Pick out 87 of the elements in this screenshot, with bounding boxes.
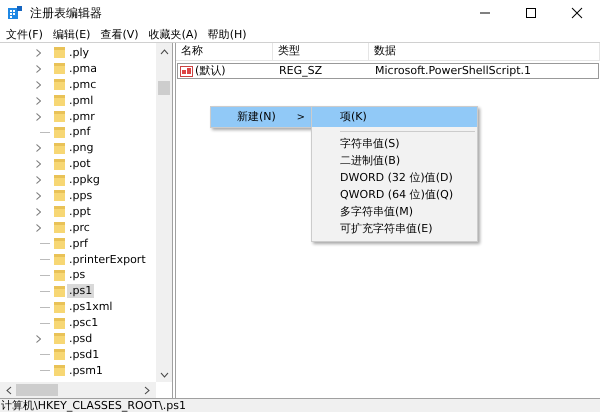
folder-icon [53, 284, 66, 298]
folder-icon [53, 316, 66, 330]
folder-icon [53, 237, 66, 250]
folder-icon [53, 253, 66, 266]
horizontal-scrollbar[interactable] [0, 382, 156, 398]
folder-icon [53, 189, 66, 202]
tree-item[interactable]: .png [67, 141, 96, 156]
menu-item[interactable]: 收藏夹(A) [144, 28, 202, 40]
expand-chevron-icon[interactable] [36, 112, 41, 120]
window-title: 注册表编辑器 [30, 5, 102, 22]
vertical-scrollbar[interactable] [156, 43, 172, 382]
folder-icon [53, 110, 66, 123]
menu-item[interactable]: 新建(N) > [211, 107, 311, 127]
expand-chevron-icon[interactable] [36, 64, 41, 73]
folder-icon [53, 174, 66, 187]
column-header[interactable]: 类型 [278, 43, 300, 60]
tree-item[interactable]: .pmc [67, 78, 98, 92]
expand-chevron-icon[interactable] [36, 96, 41, 105]
folder-icon [53, 268, 66, 282]
expand-chevron-icon[interactable] [36, 160, 41, 168]
expand-chevron-icon[interactable] [36, 176, 41, 184]
menu-item[interactable]: 项(K) [312, 107, 477, 127]
tree-item[interactable]: .printerExport [67, 252, 148, 267]
tree-item[interactable]: .ps1 [67, 284, 94, 298]
tree-item[interactable]: .ps1xml [67, 300, 114, 314]
scroll-up-icon[interactable] [160, 49, 168, 55]
tree-item[interactable]: .psd1 [67, 348, 102, 362]
tree-item[interactable]: .ppt [67, 204, 93, 219]
expand-chevron-icon[interactable] [36, 334, 41, 343]
menu-item[interactable]: 多字符串值(M) [312, 204, 477, 221]
tree-item[interactable]: .pmr [67, 110, 97, 124]
submenu-arrow-icon: > [296, 110, 305, 124]
scrollbar-thumb[interactable] [158, 81, 170, 95]
menu-item[interactable]: 编辑(E) [48, 28, 94, 40]
scrollbar-thumb[interactable] [16, 384, 58, 396]
scroll-down-icon[interactable] [160, 372, 168, 378]
column-header[interactable]: 数据 [374, 43, 396, 60]
tree-item[interactable]: .prf [67, 236, 90, 251]
tree-item[interactable]: .psd [67, 332, 94, 346]
folder-icon [53, 332, 66, 346]
table-cell-text: Microsoft.PowerShellScript.1 [374, 62, 532, 79]
tree-item[interactable]: .psc1 [67, 316, 100, 330]
menu-item[interactable]: 可扩充字符串值(E) [312, 221, 477, 238]
tree-item[interactable]: .pps [67, 188, 94, 203]
table-row[interactable]: (默认) REG_SZ Microsoft.PowerShellScript.1 [177, 63, 599, 79]
expand-chevron-icon[interactable] [36, 208, 41, 216]
folder-icon [53, 158, 66, 171]
scroll-right-icon[interactable] [144, 386, 150, 394]
tree-item[interactable]: .pot [67, 157, 93, 172]
tree-item[interactable]: .ply [67, 46, 92, 60]
menu-item[interactable]: 帮助(H) [204, 28, 251, 40]
menu-item[interactable]: QWORD (64 位)值(Q) [312, 187, 477, 204]
folder-icon [53, 142, 66, 155]
folder-icon [53, 62, 66, 76]
expand-chevron-icon[interactable] [36, 224, 41, 232]
tree-item[interactable]: .pml [67, 94, 96, 108]
folder-icon [53, 126, 66, 139]
tree-item[interactable]: .prc [67, 220, 92, 235]
tree-item[interactable]: .psm1 [67, 364, 105, 378]
folder-icon [53, 221, 66, 234]
menu-item[interactable]: 查看(V) [96, 28, 143, 40]
column-header[interactable]: 名称 [181, 43, 203, 60]
status-path: 计算机\HKEY_CLASSES_ROOT\.ps1 [1, 400, 186, 411]
menu-item[interactable]: 文件(F) [2, 28, 47, 40]
table-cell-text: REG_SZ [278, 62, 324, 79]
folder-icon [53, 348, 66, 362]
registry-app-icon [8, 6, 22, 20]
menu-item[interactable]: DWORD (32 位)值(D) [312, 170, 477, 187]
tree-item[interactable]: .ppkg [67, 173, 102, 188]
folder-icon [53, 46, 66, 60]
folder-icon [53, 78, 66, 92]
folder-icon [53, 205, 66, 218]
folder-icon [53, 300, 66, 314]
folder-icon [53, 364, 66, 378]
expand-chevron-icon[interactable] [36, 192, 41, 200]
scroll-left-icon[interactable] [6, 386, 12, 394]
tree-item[interactable]: .ps [67, 268, 88, 282]
expand-chevron-icon[interactable] [36, 80, 41, 89]
folder-icon [53, 94, 66, 108]
expand-chevron-icon[interactable] [36, 48, 41, 57]
tree-item[interactable]: .pma [67, 62, 99, 76]
menu-item[interactable]: 二进制值(B) [312, 153, 477, 170]
string-value-icon [180, 66, 193, 76]
expand-chevron-icon[interactable] [36, 144, 41, 152]
menu-item[interactable]: 字符串值(S) [312, 136, 477, 153]
table-cell-text: (默认) [195, 62, 226, 79]
tree-item[interactable]: .pnf [67, 125, 92, 140]
